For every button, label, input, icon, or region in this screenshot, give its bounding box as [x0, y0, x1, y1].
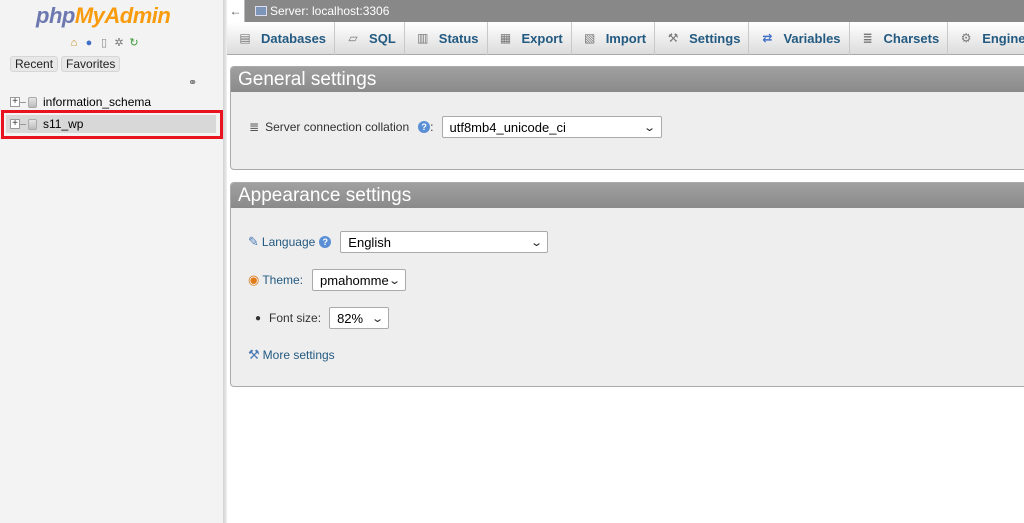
expand-icon[interactable]: +	[10, 119, 20, 129]
export-icon: ▦	[499, 31, 512, 45]
engines-icon: ⚙	[960, 31, 972, 45]
tree-connector	[20, 123, 26, 125]
tab-status[interactable]: ▥ Status	[405, 21, 488, 55]
language-icon: ✎	[248, 234, 259, 249]
tab-sql[interactable]: ▱ SQL	[335, 21, 405, 55]
status-icon: ▥	[417, 31, 429, 45]
tab-label: SQL	[369, 30, 396, 46]
font-size-label: Font size:	[269, 311, 322, 325]
appearance-settings-title: Appearance settings	[231, 183, 1024, 208]
logo-myadmin: MyAdmin	[74, 3, 171, 28]
chevron-down-icon: ⌄	[643, 121, 657, 134]
import-icon: ▧	[584, 31, 596, 45]
language-select[interactable]: English ⌄	[340, 231, 549, 253]
nav-icon-bar: ⌂ ● ▯ ✲ ↻	[68, 37, 140, 49]
tab-databases[interactable]: ▤ Databases	[227, 21, 336, 55]
server-breadcrumb-bar: ← Server: localhost:3306	[227, 0, 1024, 22]
collation-row: ≣ Server connection collation ? : utf8mb…	[249, 116, 662, 138]
tab-label: Variables	[783, 30, 841, 46]
docs-icon[interactable]: ▯	[98, 37, 110, 49]
settings-icon[interactable]: ✲	[113, 37, 125, 49]
collation-colon: :	[430, 120, 434, 134]
database-icon: ▤	[239, 31, 251, 45]
navigation-panel: phpMyAdmin ⌂ ● ▯ ✲ ↻ Recent Favorites ⚭ …	[0, 0, 224, 523]
expand-icon[interactable]: +	[10, 97, 20, 107]
collation-select[interactable]: utf8mb4_unicode_ci ⌄	[441, 116, 662, 138]
collation-value: utf8mb4_unicode_ci	[449, 119, 566, 135]
language-row: ✎ Language ? English ⌄	[248, 231, 549, 253]
database-icon	[28, 118, 37, 130]
link-icon[interactable]: ⚭	[188, 76, 197, 89]
language-value: English	[348, 234, 391, 250]
tab-charsets[interactable]: ≣ Charsets	[850, 21, 949, 55]
tab-label: Charsets	[883, 30, 940, 46]
tab-label: Export	[521, 30, 563, 46]
tree-connector	[20, 101, 26, 103]
theme-row: ◉ Theme: pmahomme ⌄	[248, 269, 407, 291]
chevron-down-icon: ⌄	[530, 236, 544, 249]
language-label[interactable]: Language	[262, 235, 315, 249]
tab-label: Status	[438, 30, 479, 46]
tab-label: Engines	[982, 30, 1024, 46]
collation-label: Server connection collation	[265, 120, 410, 134]
db-tree-item-s11-wp[interactable]: + s11_wp	[6, 115, 216, 133]
general-settings-title: General settings	[231, 67, 1024, 92]
reload-icon[interactable]: ↻	[128, 37, 140, 49]
sql-icon: ▱	[348, 31, 358, 45]
general-settings-panel: General settings ≣ Server connection col…	[230, 66, 1024, 170]
back-arrow-icon[interactable]: ←	[227, 0, 245, 22]
wrench-icon: ⚒	[667, 31, 679, 45]
server-icon	[255, 6, 267, 16]
help-icon[interactable]: ?	[418, 121, 431, 133]
server-breadcrumb[interactable]: Server: localhost:3306	[270, 4, 389, 18]
font-size-row: ● Font size: 82% ⌄	[255, 307, 390, 329]
collation-icon: ≣	[249, 120, 260, 134]
help-icon[interactable]: ?	[319, 236, 332, 248]
font-size-select[interactable]: 82% ⌄	[329, 307, 390, 329]
theme-value: pmahomme	[320, 272, 389, 288]
panel-resizer[interactable]	[224, 0, 227, 523]
recent-tab[interactable]: Recent	[10, 56, 59, 72]
chevron-down-icon: ⌄	[371, 312, 384, 325]
tab-import[interactable]: ▧ Import	[572, 21, 656, 55]
more-settings-row: ⚒ More settings	[248, 347, 335, 363]
tab-label: Databases	[261, 30, 327, 46]
theme-label[interactable]: Theme:	[262, 273, 303, 287]
theme-icon: ◉	[248, 272, 260, 287]
tab-label: Import	[605, 30, 647, 46]
help-icon[interactable]: ●	[83, 37, 95, 49]
favorites-tab[interactable]: Favorites	[61, 56, 121, 72]
chevron-down-icon: ⌄	[387, 274, 401, 287]
db-tree-item-information-schema[interactable]: + information_schema	[6, 93, 216, 111]
tab-label: Settings	[689, 30, 741, 46]
tab-engines[interactable]: ⚙ Engines	[948, 22, 1024, 55]
db-name[interactable]: s11_wp	[43, 117, 83, 131]
top-menu: ▤ Databases ▱ SQL ▥ Status ▦ Export ▧ Im…	[227, 21, 1024, 55]
db-name[interactable]: information_schema	[43, 95, 151, 109]
wrench-icon: ⚒	[248, 347, 260, 362]
tab-settings[interactable]: ⚒ Settings	[655, 21, 750, 55]
tab-export[interactable]: ▦ Export	[488, 21, 572, 55]
logo-php: php	[36, 3, 75, 28]
home-icon[interactable]: ⌂	[68, 37, 80, 49]
database-icon	[28, 96, 37, 108]
recent-favorites-tabs: Recent Favorites	[10, 56, 121, 72]
charsets-icon: ≣	[862, 31, 873, 45]
tab-variables[interactable]: ⇄ Variables	[749, 21, 850, 55]
bullet-icon: ●	[255, 312, 262, 324]
phpmyadmin-logo[interactable]: phpMyAdmin	[36, 3, 171, 29]
variables-icon: ⇄	[762, 31, 773, 45]
font-size-value: 82%	[337, 310, 364, 326]
appearance-settings-panel: Appearance settings ✎ Language ? English…	[230, 182, 1024, 387]
more-settings-link[interactable]: More settings	[263, 348, 335, 362]
theme-select[interactable]: pmahomme ⌄	[312, 269, 407, 291]
